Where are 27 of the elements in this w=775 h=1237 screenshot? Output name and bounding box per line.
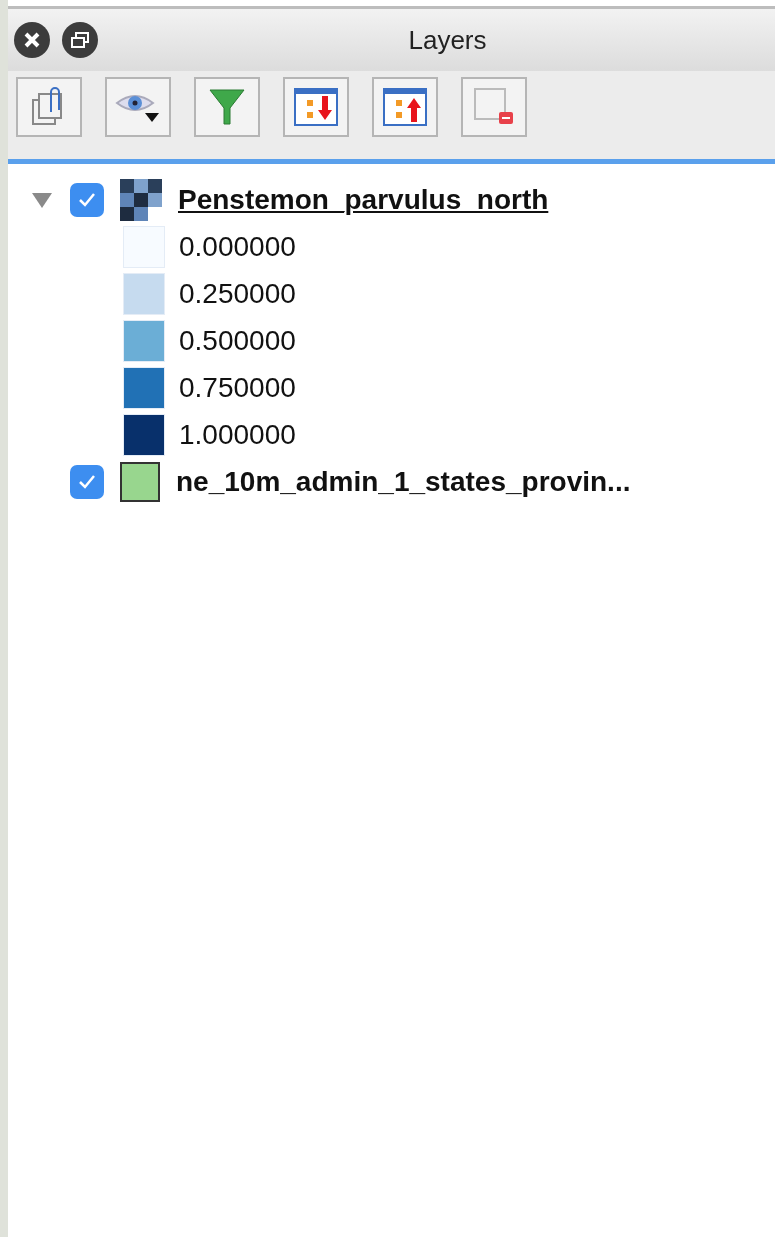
expanded-arrow-icon[interactable]	[31, 190, 53, 209]
toolbar-button[interactable]	[105, 77, 171, 137]
toolbar-button[interactable]	[194, 77, 260, 137]
legend-label: 0.750000	[179, 371, 296, 404]
close-icon	[23, 31, 41, 49]
legend-label: 0.500000	[179, 324, 296, 357]
raster-icon	[120, 178, 162, 221]
layer-checkbox[interactable]	[70, 464, 104, 499]
legend-label: 0.000000	[179, 230, 296, 263]
legend-label: 0.250000	[179, 277, 296, 310]
layer-name[interactable]: Penstemon_parvulus_north	[178, 183, 549, 216]
close-button[interactable]	[14, 22, 50, 58]
float-button[interactable]	[62, 22, 98, 58]
layer-name[interactable]: ne_10m_admin_1_states_provin...	[176, 465, 631, 498]
funnel-icon	[207, 86, 247, 128]
toolbar-button[interactable]	[372, 77, 438, 137]
expand-all-icon	[294, 88, 338, 126]
checkmark-icon	[78, 473, 96, 490]
layer-checkbox[interactable]	[70, 182, 104, 217]
legend-label: 1.000000	[179, 418, 296, 451]
toolbar-button[interactable]	[461, 77, 527, 137]
windows-icon	[70, 31, 90, 49]
collapse-all-icon	[383, 88, 427, 126]
window-title: Layers	[407, 24, 488, 56]
toolbar-button[interactable]	[16, 77, 82, 137]
checkmark-icon	[78, 191, 96, 208]
toolbar-button[interactable]	[283, 77, 349, 137]
